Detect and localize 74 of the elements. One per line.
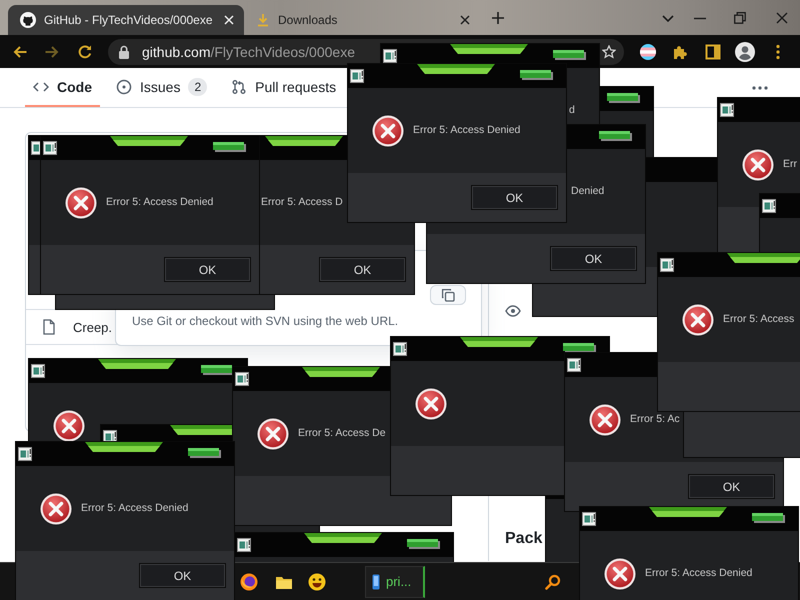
clone-hint: Use Git or checkout with SVN using the web URL. — [132, 313, 398, 329]
browser-icon[interactable] — [240, 572, 258, 590]
notch-icon — [98, 359, 176, 369]
notch-icon — [417, 64, 495, 74]
pull-request-icon — [231, 78, 248, 94]
close-icon[interactable] — [776, 12, 788, 24]
error-message: Error 5: Access De — [298, 427, 386, 440]
close-icon[interactable] — [460, 15, 470, 25]
notch-icon — [302, 367, 380, 377]
section-heading: Pack — [505, 529, 542, 549]
notch-icon — [450, 44, 528, 54]
repo-tab[interactable]: Code — [25, 68, 100, 107]
error-message: Denied — [571, 185, 604, 198]
error-message: d — [569, 104, 575, 117]
copy-button[interactable] — [430, 285, 466, 305]
restore-icon[interactable] — [734, 12, 746, 24]
reload-icon[interactable] — [77, 44, 93, 60]
error-message: Error 5: Access — [723, 313, 794, 326]
ok-button[interactable]: OK — [139, 563, 226, 588]
ok-button[interactable]: OK — [471, 185, 558, 210]
search-icon[interactable] — [545, 574, 561, 590]
taskbar-button[interactable]: pri... — [365, 566, 425, 598]
bar-icon — [752, 513, 785, 523]
issue-count: 2 — [188, 78, 208, 96]
ok-button[interactable]: OK — [164, 257, 251, 282]
notch-icon — [304, 533, 382, 543]
error-message: Error 5: Access D — [261, 196, 343, 209]
copy-icon — [441, 288, 455, 302]
bar-icon — [213, 142, 246, 152]
browser-tab[interactable]: Downloads — [244, 5, 480, 35]
forward-icon[interactable] — [44, 44, 60, 60]
puzzle-icon[interactable] — [672, 44, 688, 60]
side-panel-icon[interactable] — [705, 44, 721, 60]
issue-icon — [116, 78, 132, 94]
notch-icon — [649, 507, 727, 517]
file-icon — [41, 319, 57, 335]
bookmark-star-icon[interactable] — [602, 44, 616, 58]
bar-icon — [188, 448, 221, 458]
notch-icon — [265, 136, 343, 146]
phone-icon — [372, 574, 380, 590]
smiley-icon[interactable] — [308, 572, 326, 590]
error-message: Error 5: Access Denied — [81, 502, 188, 515]
repo-tab[interactable]: Pull requests — [223, 68, 344, 107]
repo-tab[interactable]: Issues 2 — [108, 68, 216, 107]
eye-icon — [505, 305, 521, 317]
error-message: Error 5: Access Denied — [413, 124, 520, 137]
avatar-icon[interactable] — [735, 42, 755, 62]
plus-icon[interactable] — [492, 12, 504, 24]
flag-icon[interactable] — [640, 44, 656, 60]
bar-icon — [607, 93, 640, 103]
notch-icon — [85, 442, 163, 452]
download-icon — [256, 13, 270, 27]
error-message: Error 5: Ac — [630, 413, 680, 426]
lock-icon — [118, 44, 130, 58]
file-name[interactable]: Creep. — [73, 320, 112, 334]
error-message: Error 5: Access Denied — [645, 567, 752, 580]
site-logo-icon — [20, 12, 36, 28]
ok-button[interactable]: OK — [688, 474, 775, 499]
back-icon[interactable] — [12, 44, 28, 60]
ok-button[interactable]: OK — [550, 246, 637, 271]
notch-icon — [110, 136, 188, 146]
menu-icon[interactable] — [774, 44, 782, 60]
ok-button[interactable]: OK — [319, 257, 406, 282]
browser-tab[interactable]: GitHub - FlyTechVideos/000exe — [8, 5, 244, 35]
bar-icon — [553, 50, 586, 60]
notch-icon — [727, 253, 800, 263]
bar-icon — [201, 365, 234, 375]
bar-icon — [599, 131, 632, 141]
notch-icon — [460, 337, 538, 347]
bar-icon — [407, 539, 440, 549]
error-message: Err — [783, 158, 797, 171]
more-icon[interactable] — [752, 86, 768, 90]
error-message: Error 5: Access Denied — [106, 196, 214, 209]
bar-icon — [520, 70, 553, 80]
